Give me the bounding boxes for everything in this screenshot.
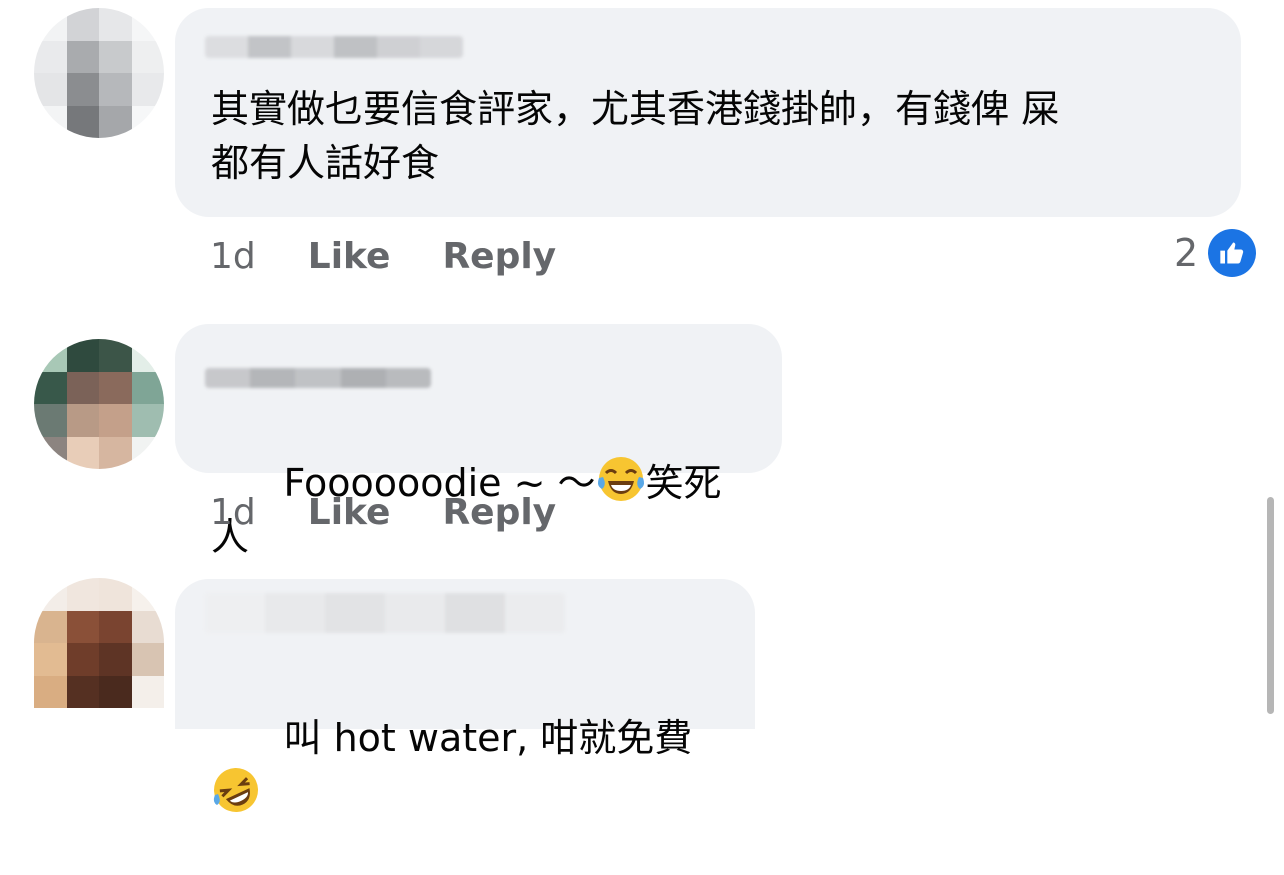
comment-1: 其實做乜要信食評家，尤其香港錢掛帥，有錢俾 屎 都有人話好食 1d Like R… (0, 0, 1284, 290)
comment-text: 其實做乜要信食評家，尤其香港錢掛帥，有錢俾 屎 都有人話好食 (211, 87, 1060, 185)
like-button[interactable]: Like (308, 236, 391, 277)
avatar[interactable] (34, 578, 164, 708)
commenter-name-redacted[interactable] (205, 368, 431, 388)
reaction-count: 2 (1174, 231, 1199, 275)
comment-timestamp[interactable]: 1d (210, 236, 256, 277)
comment-2: Foooooodie ~ ～ 笑死人 1d Like Reply (0, 322, 1284, 559)
like-button[interactable]: Like (308, 492, 391, 533)
reply-button[interactable]: Reply (442, 492, 556, 533)
comment-actions: 1d Like Reply (210, 490, 556, 534)
comment-3: 叫 hot water, 咁就免費 (0, 575, 1284, 812)
comment-bubble: 叫 hot water, 咁就免費 (175, 579, 755, 812)
comment-bubble: 其實做乜要信食評家，尤其香港錢掛帥，有錢俾 屎 都有人話好食 (175, 8, 1241, 217)
comment-text-body: 叫 hot water, 咁就免費 (283, 716, 693, 760)
comment-timestamp[interactable]: 1d (210, 492, 256, 533)
avatar[interactable] (34, 339, 164, 469)
comment-bubble: Foooooodie ~ ～ 笑死人 (175, 324, 782, 559)
comment-actions: 1d Like Reply (210, 234, 556, 278)
commenter-name-redacted[interactable] (205, 593, 565, 633)
reaction-summary[interactable]: 2 (1174, 228, 1257, 278)
reply-button[interactable]: Reply (442, 236, 556, 277)
thumbs-up-icon (1208, 229, 1257, 277)
scrollbar[interactable] (1267, 497, 1274, 714)
commenter-name-redacted[interactable] (205, 36, 463, 58)
face-with-tears-of-joy-icon (597, 457, 644, 501)
avatar[interactable] (34, 8, 164, 138)
comment-text: 叫 hot water, 咁就免費 (211, 657, 719, 875)
rolling-on-the-floor-laughing-icon (213, 768, 258, 812)
